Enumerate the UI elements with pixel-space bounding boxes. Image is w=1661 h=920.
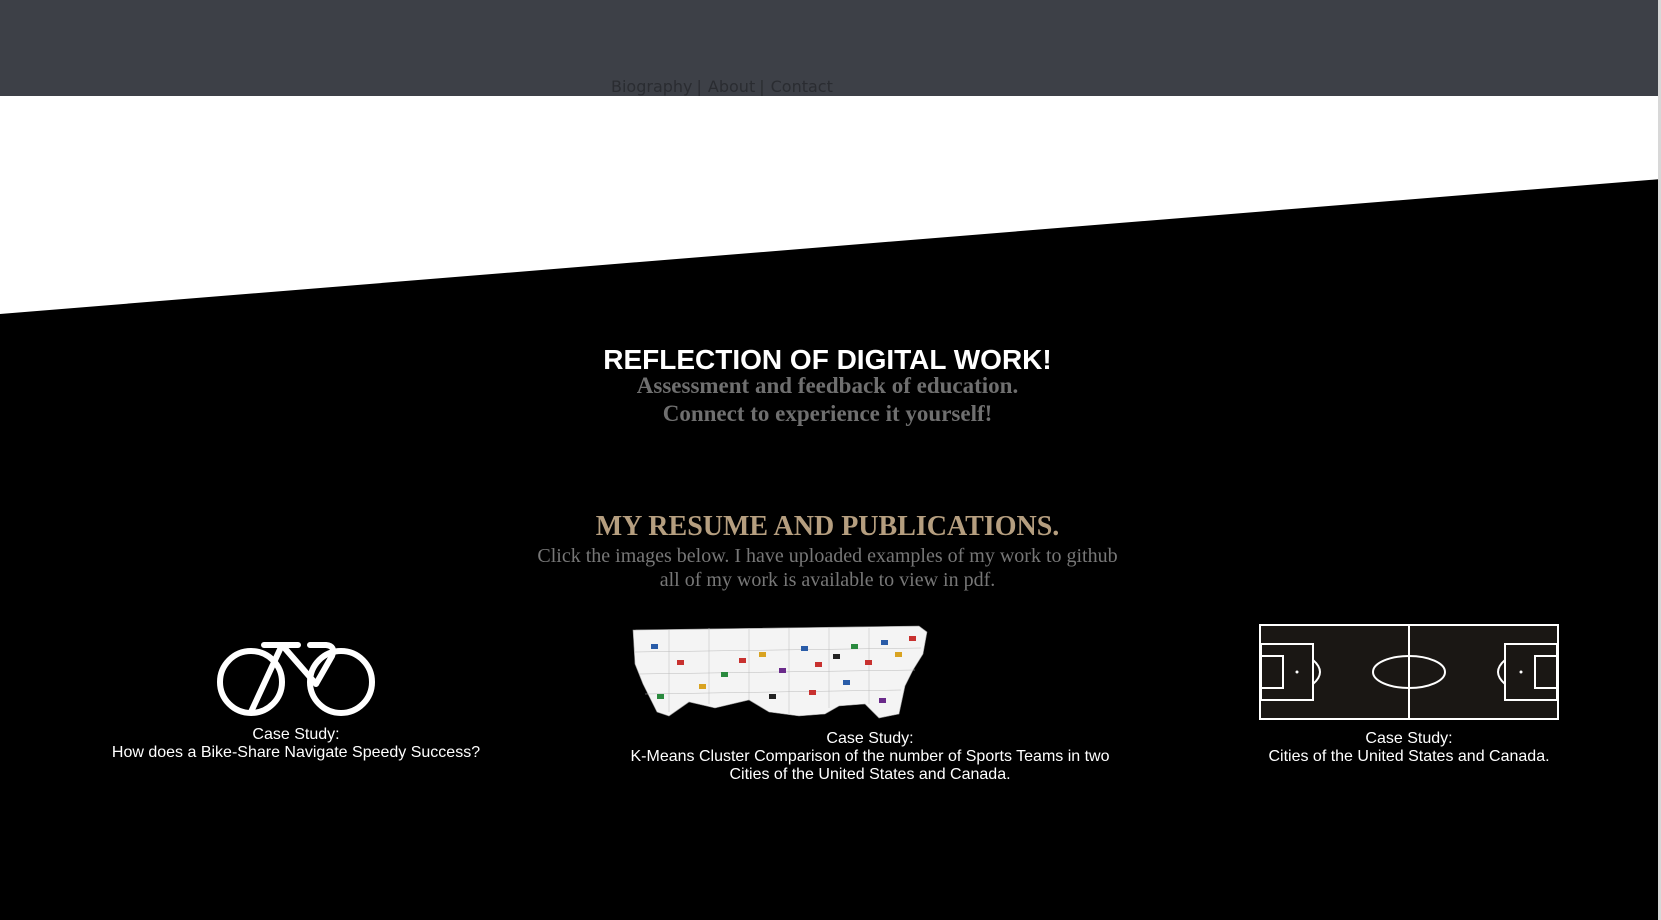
case-study-label: Case Study: <box>826 730 914 747</box>
case-study-label: Case Study: <box>1365 730 1453 747</box>
case-study-caption: Case Study: K-Means Cluster Comparison o… <box>620 730 1120 784</box>
resume-description-line: all of my work is available to view in p… <box>659 569 996 591</box>
diagonal-section-divider <box>0 96 1661 316</box>
nav-separator: | <box>696 77 702 96</box>
resume-section-description: Click the images below. I have uploaded … <box>0 544 1655 592</box>
resume-section-title: MY RESUME AND PUBLICATIONS. <box>595 511 1060 542</box>
hero-subtitle-line: Assessment and feedback of education. <box>636 373 1019 398</box>
case-study-title: Cities of the United States and Canada. <box>1268 748 1550 765</box>
nav-separator: | <box>759 77 765 96</box>
case-study-title: How does a Bike-Share Navigate Speedy Su… <box>111 744 481 761</box>
case-study-card-sports-cities: Case Study: Cities of the United States … <box>1209 624 1609 766</box>
hero-subtitle: Assessment and feedback of education. Co… <box>0 372 1655 428</box>
hero-subtitle-line: Connect to experience it yourself! <box>662 401 993 426</box>
case-study-title: Cities of the United States and Canada. <box>729 766 1011 783</box>
bicycle-icon[interactable] <box>216 640 376 716</box>
case-study-card-kmeans: Case Study: K-Means Cluster Comparison o… <box>620 624 1120 784</box>
nav-link-contact[interactable]: Contact <box>771 77 833 96</box>
case-study-label: Case Study: <box>252 726 340 743</box>
us-map-image[interactable] <box>629 624 929 720</box>
case-study-caption: Case Study: Cities of the United States … <box>1209 730 1609 766</box>
top-header-bar: Biography | About | Contact <box>0 0 1661 96</box>
resume-description-line: Click the images below. I have uploaded … <box>537 545 1118 567</box>
nav-link-biography[interactable]: Biography <box>611 77 693 96</box>
case-study-caption: Case Study: How does a Bike-Share Naviga… <box>96 726 496 762</box>
top-nav: Biography | About | Contact <box>611 77 833 96</box>
case-study-card-bike-share: Case Study: How does a Bike-Share Naviga… <box>96 640 496 762</box>
case-study-title: K-Means Cluster Comparison of the number… <box>630 748 1110 765</box>
nav-link-about[interactable]: About <box>708 77 755 96</box>
soccer-field-image[interactable] <box>1259 624 1559 720</box>
